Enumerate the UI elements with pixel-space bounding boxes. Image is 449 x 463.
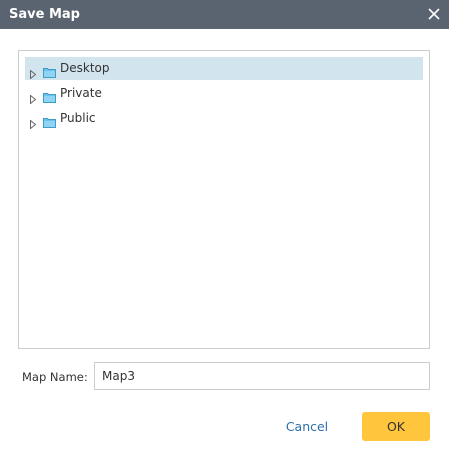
dialog-title: Save Map [9,7,80,22]
tree-item-public[interactable]: Public [25,107,423,130]
tree-item-label: Desktop [60,61,110,75]
tree-item-private[interactable]: Private [25,82,423,105]
save-map-dialog: Save Map Desktop Private Public Map Name… [0,0,449,463]
folder-icon [43,113,56,128]
folder-icon [43,88,56,103]
tree-item-desktop[interactable]: Desktop [25,57,423,80]
folder-icon [43,63,56,78]
folder-tree: Desktop Private Public [18,50,430,349]
expand-caret-icon[interactable] [30,64,37,80]
map-name-input[interactable] [94,362,430,390]
expand-caret-icon[interactable] [30,114,37,130]
tree-item-label: Public [60,111,96,125]
ok-button[interactable]: OK [362,412,430,441]
dialog-titlebar: Save Map [0,0,449,29]
close-icon[interactable] [424,4,444,24]
tree-item-label: Private [60,86,102,100]
expand-caret-icon[interactable] [30,89,37,105]
cancel-button[interactable]: Cancel [272,413,342,441]
map-name-label: Map Name: [22,370,88,384]
